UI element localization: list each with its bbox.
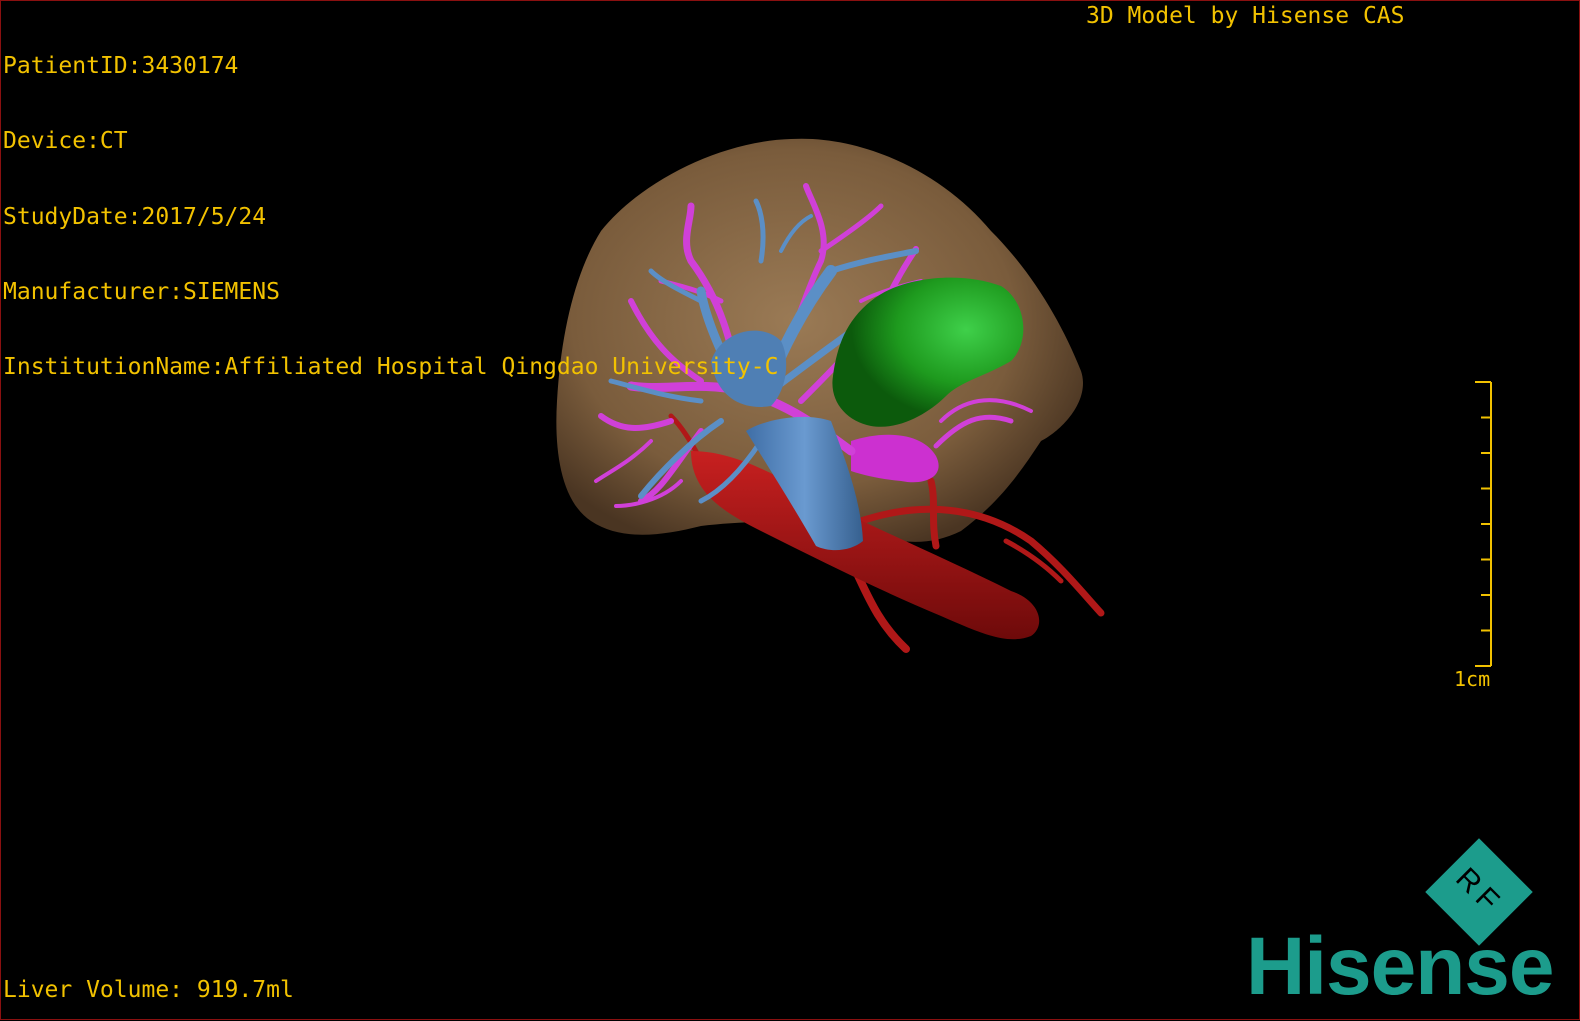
patient-id-text: PatientID:3430174 (3, 53, 239, 79)
liver-volume-text: Liver Volume: 919.7ml (3, 977, 294, 1003)
manufacturer-text: Manufacturer:SIEMENS (3, 278, 280, 305)
patient-info-overlay: PatientID:3430174 Device:CT StudyDate:20… (3, 4, 778, 430)
scale-bar-label: 1cm (1454, 667, 1491, 691)
hisense-logo: Hisense (1246, 921, 1555, 1012)
3d-viewport[interactable]: PatientID:3430174 Device:CT StudyDate:20… (0, 0, 1580, 1020)
scale-bar (1475, 381, 1492, 667)
model-credit-text: 3D Model by Hisense CAS (1086, 3, 1405, 29)
device-text: Device:CT (3, 128, 128, 155)
study-date-text: StudyDate:2017/5/24 (3, 203, 267, 230)
institution-text: InstitutionName:Affiliated Hospital Qing… (3, 354, 779, 381)
